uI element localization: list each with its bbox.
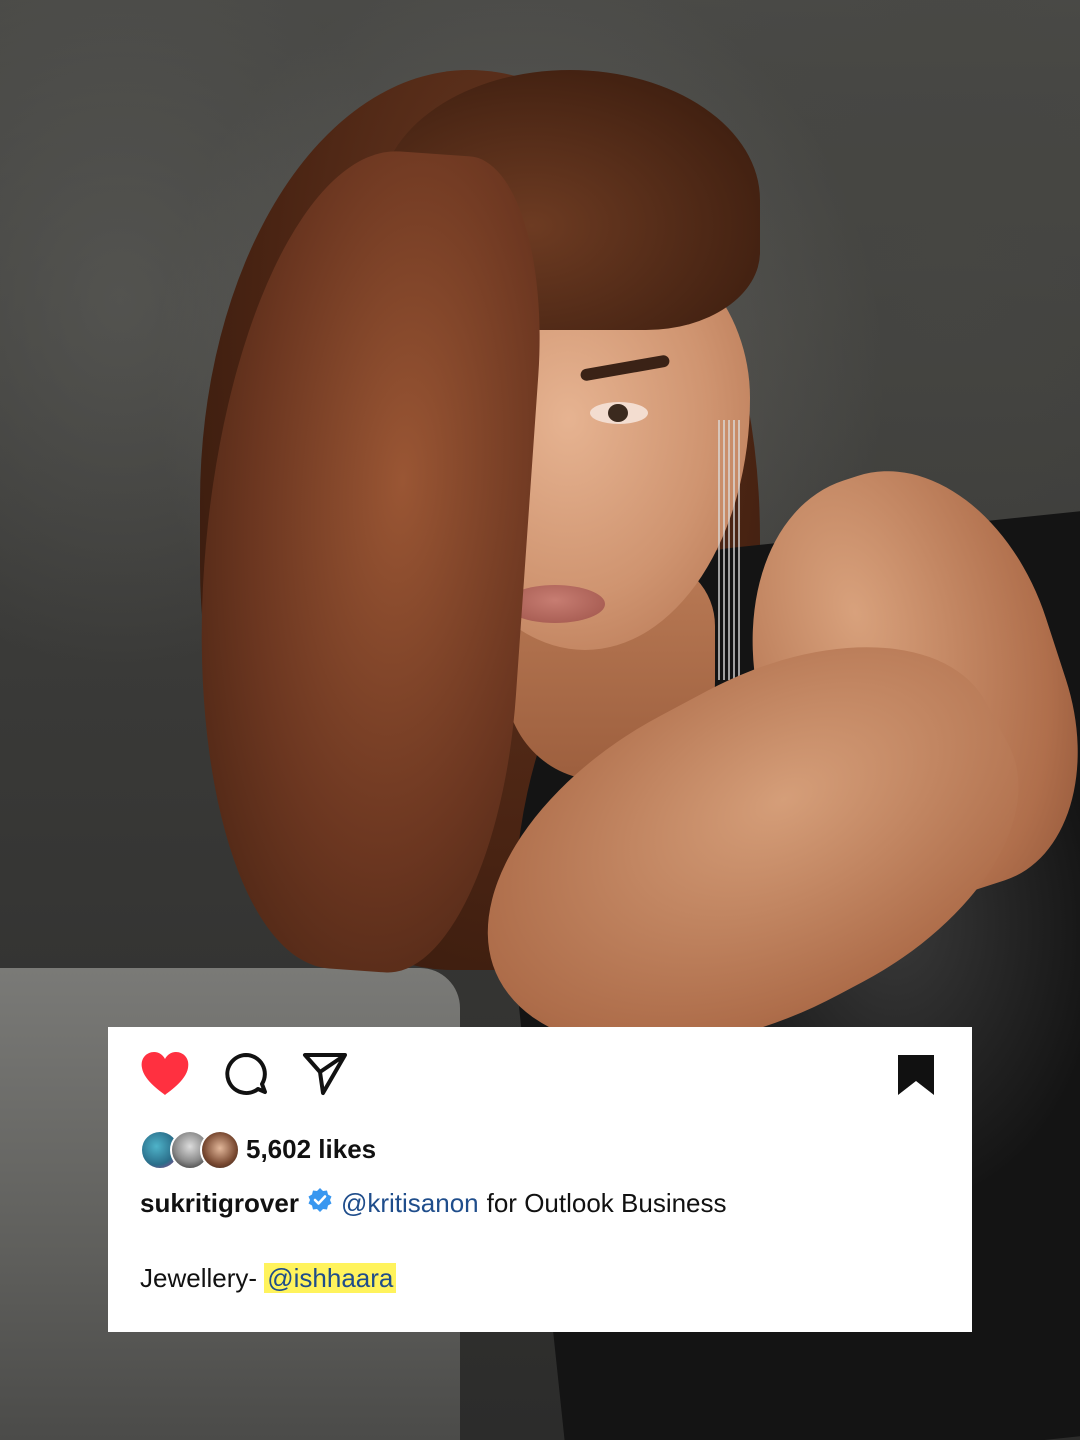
caption-mention-link[interactable]: @kritisanon bbox=[341, 1188, 479, 1219]
jewellery-label: Jewellery- bbox=[140, 1263, 265, 1293]
avatar bbox=[200, 1130, 240, 1170]
right-eye bbox=[590, 402, 648, 424]
instagram-post-card: 5,602 likes sukritigrover @kritisanon fo… bbox=[108, 1027, 972, 1332]
earring bbox=[718, 420, 740, 680]
action-bar bbox=[140, 1049, 944, 1105]
caption: sukritigrover @kritisanon for Outlook Bu… bbox=[140, 1187, 727, 1220]
comment-icon[interactable] bbox=[222, 1051, 270, 1104]
verified-badge-icon bbox=[307, 1187, 333, 1220]
likes-count[interactable]: 5,602 likes bbox=[246, 1134, 376, 1165]
bookmark-icon[interactable] bbox=[896, 1053, 936, 1102]
post-image: 5,602 likes sukritigrover @kritisanon fo… bbox=[0, 0, 1080, 1440]
jewellery-mention-link[interactable]: @ishhaara bbox=[264, 1263, 397, 1293]
jewellery-credit: Jewellery- @ishhaara bbox=[140, 1263, 397, 1294]
heart-icon[interactable] bbox=[140, 1051, 190, 1102]
send-icon[interactable] bbox=[302, 1051, 348, 1102]
username[interactable]: sukritigrover bbox=[140, 1188, 299, 1219]
caption-text: for Outlook Business bbox=[486, 1188, 727, 1218]
liker-avatars bbox=[140, 1127, 242, 1171]
likes-row[interactable]: 5,602 likes bbox=[140, 1127, 376, 1171]
